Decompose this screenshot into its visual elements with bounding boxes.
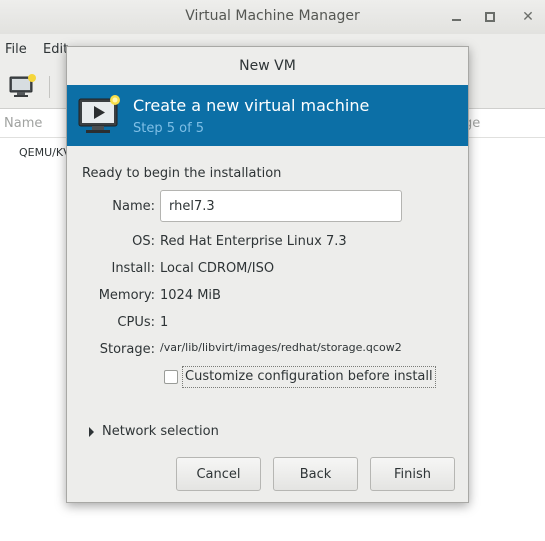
name-label: Name: — [112, 199, 155, 214]
main-titlebar[interactable]: Virtual Machine Manager ✕ — [0, 0, 545, 34]
menu-edit[interactable]: Edit — [43, 42, 68, 57]
minimize-icon[interactable] — [446, 7, 466, 27]
wizard-banner: Create a new virtual machine Step 5 of 5 — [67, 85, 468, 146]
menu-file[interactable]: File — [5, 42, 27, 57]
memory-label: Memory: — [98, 288, 155, 303]
dialog-titlebar[interactable]: New VM — [67, 47, 468, 85]
new-vm-icon — [9, 74, 36, 97]
column-name-header[interactable]: Name — [4, 116, 42, 131]
dialog-title: New VM — [239, 58, 296, 74]
new-vm-dialog: New VM Create a new virtual machine Step… — [66, 46, 469, 503]
os-value: Red Hat Enterprise Linux 7.3 — [160, 234, 347, 249]
cpus-label: CPUs: — [117, 315, 155, 330]
cancel-button[interactable]: Cancel — [176, 457, 261, 491]
finish-button[interactable]: Finish — [370, 457, 455, 491]
install-value: Local CDROM/ISO — [160, 261, 275, 276]
expander-arrow-icon — [89, 427, 94, 437]
storage-label: Storage: — [99, 342, 155, 357]
customize-config-checkbox[interactable] — [164, 370, 178, 384]
new-vm-toolbar-button[interactable] — [8, 73, 38, 99]
back-button[interactable]: Back — [273, 457, 358, 491]
memory-value: 1024 MiB — [160, 288, 221, 303]
os-label: OS: — [132, 234, 155, 249]
maximize-icon[interactable] — [480, 7, 500, 27]
step-indicator: Step 5 of 5 — [133, 121, 205, 136]
close-icon[interactable]: ✕ — [518, 7, 538, 27]
customize-config-checkbox-row[interactable]: Customize configuration before install — [160, 366, 436, 388]
network-selection-label[interactable]: Network selection — [102, 424, 219, 439]
storage-value: /var/lib/libvirt/images/redhat/storage.q… — [160, 341, 402, 354]
toolbar-separator — [49, 76, 50, 98]
banner-title: Create a new virtual machine — [133, 96, 370, 115]
vm-name-input[interactable] — [160, 190, 402, 222]
customize-config-label[interactable]: Customize configuration before install — [182, 366, 436, 388]
virtual-machine-icon — [77, 93, 123, 137]
ready-heading: Ready to begin the installation — [82, 166, 282, 181]
install-label: Install: — [111, 261, 155, 276]
cpus-value: 1 — [160, 315, 169, 330]
